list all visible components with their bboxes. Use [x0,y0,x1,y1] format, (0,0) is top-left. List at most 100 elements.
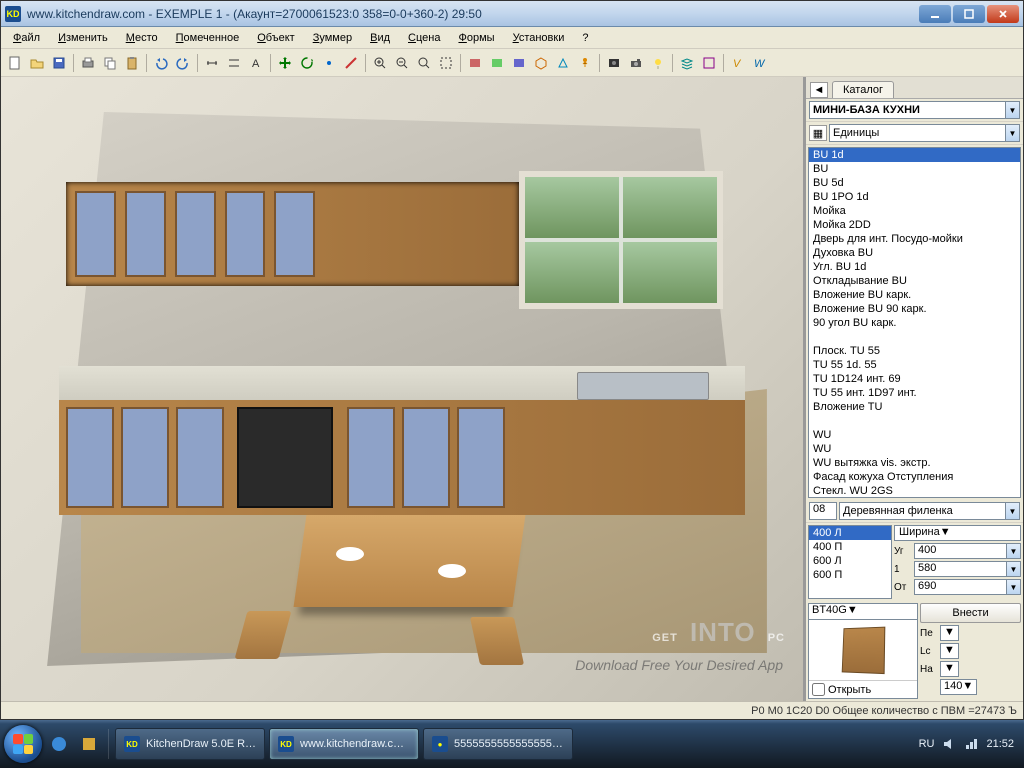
quicklaunch-1[interactable] [46,731,72,757]
point-icon[interactable] [319,53,339,73]
open-checkbox[interactable] [812,683,825,696]
top-view-icon[interactable] [509,53,529,73]
zoom-fit-icon[interactable] [414,53,434,73]
insert-button[interactable]: Внести [920,603,1021,623]
140-input[interactable]: 140▼ [940,679,977,695]
list-item[interactable]: WU вытяжка vis. экстр. [809,456,1020,470]
list-item[interactable] [809,330,1020,344]
walk-icon[interactable] [575,53,595,73]
quicklaunch-2[interactable] [76,731,102,757]
iso-view-icon[interactable] [531,53,551,73]
list-item[interactable]: BU 1d [809,148,1020,162]
list-item[interactable]: WU [809,428,1020,442]
list-item[interactable]: TU 55 инт. 1D97 инт. [809,386,1020,400]
tray-lang[interactable]: RU [919,738,935,750]
tray-network-icon[interactable] [964,737,978,751]
list-item[interactable]: BU [809,162,1020,176]
na-combo[interactable]: ▼ [940,661,959,677]
menu-marked[interactable]: Помеченное [168,30,248,46]
script-icon[interactable]: V [728,53,748,73]
menu-file[interactable]: Файл [5,30,48,46]
panel-prev-icon[interactable]: ◄ [810,82,828,98]
move-icon[interactable] [275,53,295,73]
list-item[interactable]: Мойка [809,204,1020,218]
menu-edit[interactable]: Изменить [50,30,116,46]
size-item[interactable]: 600 Л [809,554,891,568]
paste-icon[interactable] [122,53,142,73]
size-item[interactable]: 600 П [809,568,891,582]
undo-icon[interactable] [151,53,171,73]
preview-code-combo[interactable]: BT40G▼ [809,604,917,620]
menu-forms[interactable]: Формы [450,30,502,46]
text-icon[interactable]: A [246,53,266,73]
units-combo[interactable]: Единицы▼ [829,124,1020,142]
menu-help[interactable]: ? [574,30,596,46]
print-icon[interactable] [78,53,98,73]
list-item[interactable]: Угл. BU 1d [809,260,1020,274]
sizes-listbox[interactable]: 400 Л400 П600 Л600 П [808,525,892,599]
dimension-icon[interactable] [202,53,222,73]
menu-settings[interactable]: Установки [505,30,573,46]
menu-place[interactable]: Место [118,30,166,46]
list-item[interactable]: Вложение TU [809,400,1020,414]
zoom-in-icon[interactable] [370,53,390,73]
list-item[interactable]: Духовка BU [809,246,1020,260]
panel-code-field[interactable]: 08 [809,502,837,520]
list-item[interactable]: Плоск. TU 55 [809,344,1020,358]
menu-zoom[interactable]: Зуммер [305,30,360,46]
taskbar-button[interactable]: KDwww.kitchendraw.c… [269,728,419,760]
render-icon[interactable] [604,53,624,73]
copy-icon[interactable] [100,53,120,73]
list-item[interactable]: Вложение BU 90 карк. [809,302,1020,316]
persp-view-icon[interactable] [553,53,573,73]
dim-ot-input[interactable]: 690▼ [914,579,1021,595]
dimension2-icon[interactable] [224,53,244,73]
taskbar-button[interactable]: ●5555555555555555… [423,728,573,760]
camera-icon[interactable] [626,53,646,73]
database-combo[interactable]: МИНИ-БАЗА КУХНИ▼ [809,101,1020,119]
3d-viewport[interactable]: GET INTO PC Download Free Your Desired A… [1,77,805,701]
layers-icon[interactable] [677,53,697,73]
tray-volume-icon[interactable] [942,737,956,751]
list-item[interactable]: Вложение BU карк. [809,288,1020,302]
list-item[interactable]: BU 1PO 1d [809,190,1020,204]
menu-object[interactable]: Объект [249,30,302,46]
new-icon[interactable] [5,53,25,73]
lc-combo[interactable]: ▼ [940,643,959,659]
minimize-button[interactable] [919,5,951,23]
items-listbox[interactable]: BU 1dBUBU 5dBU 1PO 1dМойкаМойка 2DDДверь… [808,147,1021,498]
list-item[interactable]: BU 5d [809,176,1020,190]
list-item[interactable] [809,414,1020,428]
dim-header-combo[interactable]: Ширина▼ [894,525,1021,541]
light-icon[interactable] [648,53,668,73]
taskbar-button[interactable]: KDKitchenDraw 5.0E R… [115,728,265,760]
rotate-icon[interactable] [297,53,317,73]
zoom-window-icon[interactable] [436,53,456,73]
list-item[interactable]: Стекл. WU 2GS [809,484,1020,498]
dim-1-input[interactable]: 580▼ [914,561,1021,577]
layers2-icon[interactable] [699,53,719,73]
panel-style-combo[interactable]: Деревянная филенка▼ [839,502,1020,520]
web-icon[interactable]: W [750,53,770,73]
list-item[interactable]: Фасад кожуха Отступления [809,470,1020,484]
start-button[interactable] [4,725,42,763]
open-icon[interactable] [27,53,47,73]
side-view-icon[interactable] [487,53,507,73]
save-icon[interactable] [49,53,69,73]
units-icon[interactable]: ▦ [809,125,827,141]
list-item[interactable]: Дверь для инт. Посудо-мойки [809,232,1020,246]
pe-combo[interactable]: ▼ [940,625,959,641]
list-item[interactable]: 90 угол BU карк. [809,316,1020,330]
redo-icon[interactable] [173,53,193,73]
list-item[interactable]: WU [809,442,1020,456]
close-button[interactable] [987,5,1019,23]
list-item[interactable]: Мойка 2DD [809,218,1020,232]
front-view-icon[interactable] [465,53,485,73]
size-item[interactable]: 400 П [809,540,891,554]
list-item[interactable]: Откладывание BU [809,274,1020,288]
measure-icon[interactable] [341,53,361,73]
tray-clock[interactable]: 21:52 [986,738,1014,750]
list-item[interactable]: TU 1D124 инт. 69 [809,372,1020,386]
maximize-button[interactable] [953,5,985,23]
dim-ug-input[interactable]: 400▼ [914,543,1021,559]
